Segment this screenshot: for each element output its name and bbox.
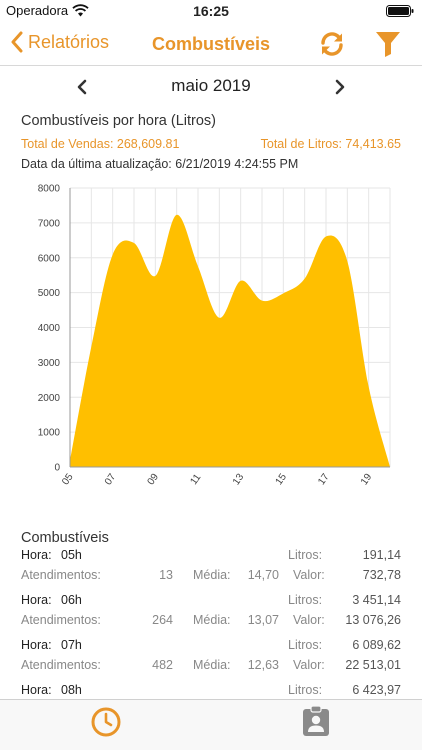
hour-value: 07h [61, 638, 82, 652]
navigation-bar: Relatórios Combustíveis [0, 22, 422, 66]
hour-label: Hora: [21, 683, 52, 697]
x-tick-label: 09 [146, 471, 162, 487]
average-label: Média: [193, 568, 231, 582]
x-tick-label: 17 [316, 471, 332, 487]
x-tick-label: 05 [60, 471, 76, 487]
y-tick-label: 3000 [38, 358, 61, 369]
average-label: Média: [193, 658, 231, 672]
hour-label: Hora: [21, 548, 52, 562]
x-tick-label: 19 [359, 471, 375, 487]
services-label: Atendimentos: [21, 613, 101, 627]
next-month-button[interactable] [332, 78, 348, 96]
liters-value: 191,14 [362, 548, 401, 562]
liters-label: Litros: [288, 593, 323, 607]
back-button[interactable]: Relatórios [10, 31, 109, 53]
refresh-icon[interactable] [318, 30, 346, 58]
filter-icon[interactable] [374, 30, 402, 58]
liters-value: 6 423,97 [352, 683, 401, 697]
amount-value: 13 076,26 [345, 613, 401, 627]
total-sales-label: Total de Vendas: 268,609.81 [21, 137, 180, 151]
average-value: 14,70 [247, 568, 279, 582]
month-selector: maio 2019 [0, 74, 422, 100]
back-button-label: Relatórios [28, 31, 110, 52]
amount-label: Valor: [293, 613, 325, 627]
y-tick-label: 6000 [38, 253, 61, 264]
liters-label: Litros: [288, 683, 323, 697]
chevron-left-icon [11, 31, 23, 53]
x-tick-label: 11 [188, 472, 203, 487]
tab-bar [0, 699, 422, 750]
y-tick-label: 8000 [38, 184, 61, 195]
liters-label: Litros: [288, 638, 323, 652]
chart-title: Combustíveis por hora (Litros) [21, 113, 217, 129]
hour-label: Hora: [21, 593, 52, 607]
clock-icon[interactable] [90, 706, 122, 738]
services-label: Atendimentos: [21, 658, 101, 672]
hour-value: 08h [61, 683, 82, 697]
services-value: 264 [152, 613, 173, 627]
hour-line: Hora: 06h Litros: 3 451,14 [0, 593, 422, 611]
stats-line: Atendimentos: 13 Média: 14,70 Valor: 732,78 [0, 568, 422, 586]
x-tick-label: 15 [274, 471, 290, 487]
list-item[interactable]: Hora: 07h Litros: 6 089,62 Atendimentos: 482 M… [0, 638, 422, 683]
fuel-per-hour-chart: 0 1000 2000 3000 4000 5000 6000 7000 8000 05 07 09 1… [38, 184, 391, 487]
clipboard-user-icon[interactable] [302, 705, 330, 737]
last-update-label: Data da última atualização: 6/21/2019 4:… [21, 157, 299, 171]
month-label: maio 2019 [171, 76, 251, 95]
services-value: 13 [159, 568, 173, 582]
amount-label: Valor: [293, 658, 325, 672]
status-time: 16:25 [193, 3, 229, 19]
liters-value: 6 089,62 [352, 638, 401, 652]
list-item[interactable]: Hora: 05h Litros: 191,14 Atendimentos: 13 Médi… [0, 548, 422, 593]
hour-value: 06h [61, 593, 82, 607]
y-tick-label: 2000 [38, 393, 61, 404]
y-tick-label: 7000 [38, 218, 61, 229]
list-title: Combustíveis [21, 530, 109, 546]
liters-value: 3 451,14 [352, 593, 401, 607]
services-value: 482 [152, 658, 173, 672]
list-item[interactable]: Hora: 08h Litros: 6 423,97 [0, 683, 422, 698]
status-bar: Operadora 16:25 [0, 0, 422, 22]
list-item[interactable]: Hora: 06h Litros: 3 451,14 Atendimentos: 264 M… [0, 593, 422, 638]
amount-value: 22 513,01 [345, 658, 401, 672]
total-liters-label: Total de Litros: 74,413.65 [260, 137, 401, 151]
stats-line: Atendimentos: 264 Média: 13,07 Valor: 13 076,… [0, 613, 422, 631]
y-tick-label: 1000 [38, 428, 61, 439]
y-tick-label: 0 [54, 463, 60, 474]
hour-list[interactable]: Hora: 05h Litros: 191,14 Atendimentos: 13 Médi… [0, 548, 422, 698]
services-label: Atendimentos: [21, 568, 101, 582]
amount-label: Valor: [293, 568, 325, 582]
hour-line: Hora: 07h Litros: 6 089,62 [0, 638, 422, 656]
liters-label: Litros: [288, 548, 323, 562]
hour-label: Hora: [21, 638, 52, 652]
hour-line: Hora: 08h Litros: 6 423,97 [0, 683, 422, 698]
hour-value: 05h [61, 548, 82, 562]
average-value: 13,07 [247, 613, 279, 627]
y-tick-label: 4000 [38, 323, 61, 334]
battery-icon [386, 5, 414, 17]
average-label: Média: [193, 613, 231, 627]
amount-value: 732,78 [362, 568, 401, 582]
average-value: 12,63 [247, 658, 279, 672]
area-series [70, 214, 390, 467]
y-tick-label: 5000 [38, 288, 61, 299]
stats-line: Atendimentos: 482 Média: 12,63 Valor: 22 513,… [0, 658, 422, 676]
hour-line: Hora: 05h Litros: 191,14 [0, 548, 422, 566]
x-tick-label: 07 [103, 471, 119, 487]
x-tick-label: 13 [231, 471, 247, 487]
